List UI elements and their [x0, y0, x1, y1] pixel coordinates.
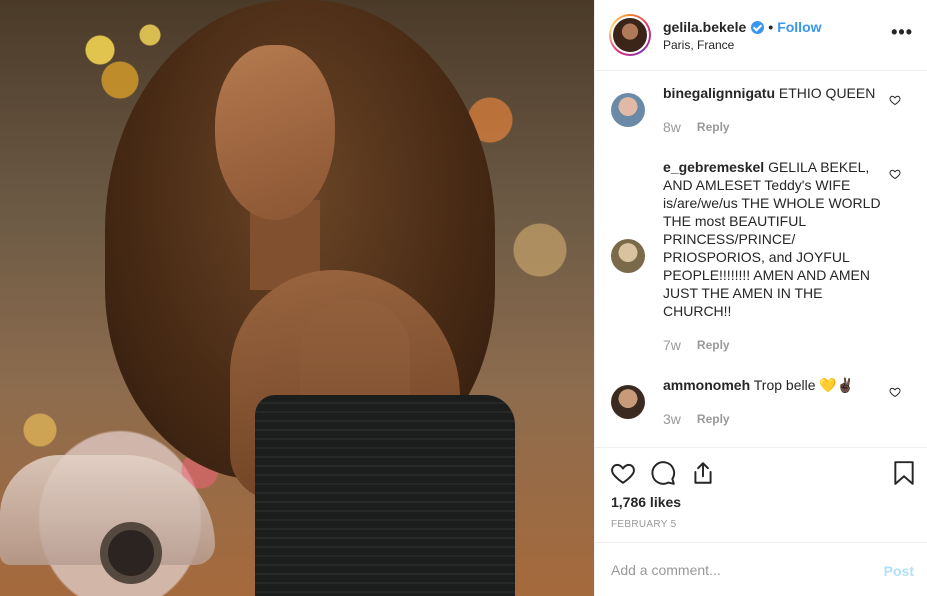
- comment-body: binegalignnigatu ETHIO QUEEN: [663, 84, 883, 102]
- comment-time[interactable]: 7w: [663, 337, 681, 353]
- commenter-username[interactable]: e_gebremeskel: [663, 159, 764, 175]
- like-comment-heart-icon[interactable]: [889, 94, 901, 106]
- author-username[interactable]: gelila.bekele: [663, 19, 746, 35]
- comment-time[interactable]: 3w: [663, 411, 681, 427]
- verified-badge-icon: [751, 20, 765, 34]
- reply-button[interactable]: Reply: [697, 411, 730, 427]
- likes-count[interactable]: 1,786 likes: [611, 494, 681, 510]
- post-location[interactable]: Paris, France: [663, 38, 734, 52]
- like-comment-heart-icon[interactable]: [889, 386, 901, 398]
- post-photo[interactable]: [0, 0, 594, 596]
- comment-text: Trop belle 💛✌🏿: [753, 377, 855, 393]
- reply-button[interactable]: Reply: [697, 119, 730, 135]
- comment-input[interactable]: [611, 559, 861, 581]
- comment-time[interactable]: 8w: [663, 119, 681, 135]
- comment-text: GELILA BEKEL, AND AMLESET Teddy's WIFE i…: [663, 159, 881, 319]
- author-avatar[interactable]: [609, 14, 651, 56]
- author-row: gelila.bekele • Follow: [663, 19, 822, 35]
- comment-icon[interactable]: [650, 460, 676, 486]
- comment-meta: 7w Reply: [663, 337, 730, 353]
- post-side-panel: gelila.bekele • Follow Paris, France •••…: [594, 0, 927, 596]
- share-icon[interactable]: [690, 460, 716, 486]
- author-avatar-image: [611, 16, 649, 54]
- comment-body: e_gebremeskel GELILA BEKEL, AND AMLESET …: [663, 158, 883, 320]
- follow-button[interactable]: Follow: [777, 19, 821, 35]
- like-comment-heart-icon[interactable]: [889, 168, 901, 180]
- post-comment-button[interactable]: Post: [884, 563, 914, 579]
- commenter-avatar[interactable]: [611, 93, 645, 127]
- comment-body: ammonomeh Trop belle 💛✌🏿: [663, 376, 883, 394]
- dot-separator: •: [768, 19, 774, 35]
- subject-face: [215, 45, 335, 220]
- heart-icon[interactable]: [610, 460, 636, 486]
- bookmark-icon[interactable]: [891, 460, 917, 486]
- commenter-avatar[interactable]: [611, 385, 645, 419]
- commenter-username[interactable]: binegalignnigatu: [663, 85, 775, 101]
- comments-list[interactable]: binegalignnigatu ETHIO QUEEN 8w Reply e_…: [595, 72, 927, 447]
- comment-text: ETHIO QUEEN: [778, 85, 876, 101]
- post-date[interactable]: FEBRUARY 5: [611, 519, 676, 530]
- post-header: gelila.bekele • Follow Paris, France •••: [595, 0, 927, 71]
- reply-button[interactable]: Reply: [697, 337, 730, 353]
- comment-meta: 3w Reply: [663, 411, 730, 427]
- post-actions: 1,786 likes FEBRUARY 5: [595, 447, 927, 542]
- commenter-avatar[interactable]: [611, 239, 645, 273]
- more-options-icon[interactable]: •••: [891, 23, 913, 41]
- subject-dress: [255, 395, 515, 596]
- background-car-wheel: [100, 522, 162, 584]
- add-comment-bar: Post: [595, 542, 927, 596]
- comment-meta: 8w Reply: [663, 119, 730, 135]
- commenter-username[interactable]: ammonomeh: [663, 377, 750, 393]
